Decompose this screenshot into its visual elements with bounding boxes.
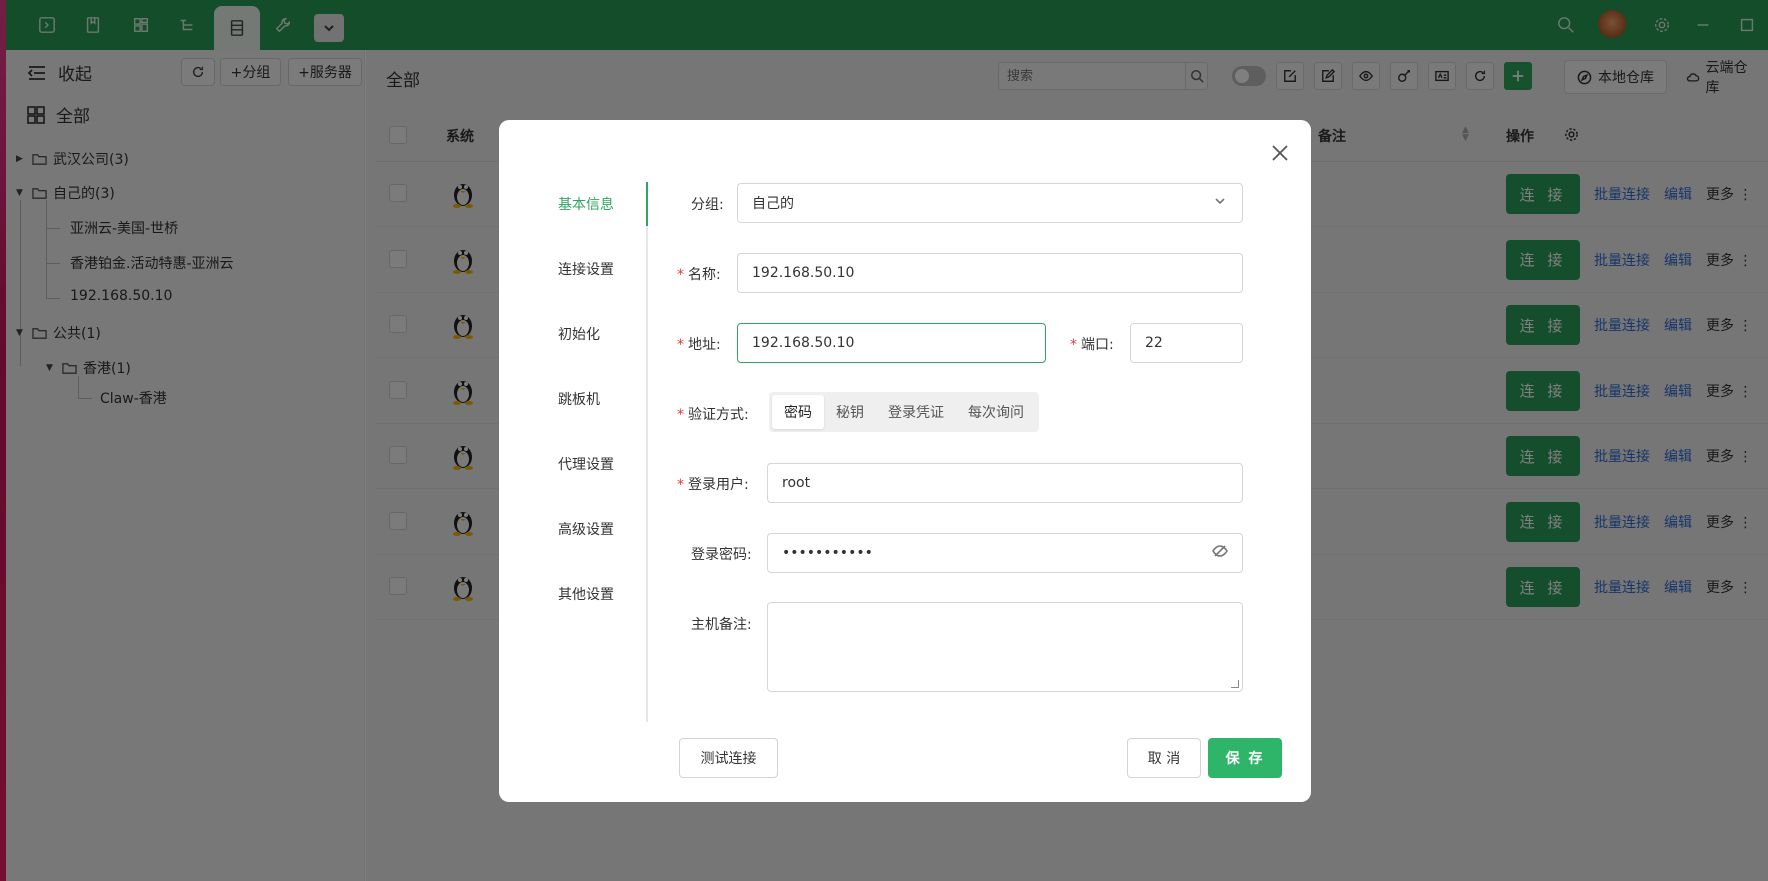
required-mark: * bbox=[677, 267, 684, 283]
required-mark: * bbox=[677, 337, 684, 353]
group-label: 分组: bbox=[691, 197, 724, 213]
nav-connection-settings[interactable]: 连接设置 bbox=[558, 259, 614, 279]
close-icon[interactable] bbox=[1269, 142, 1291, 164]
group-select[interactable]: 自己的 bbox=[737, 183, 1243, 223]
save-button[interactable]: 保 存 bbox=[1208, 738, 1282, 778]
required-mark: * bbox=[677, 407, 684, 423]
server-edit-dialog: 基本信息 连接设置 初始化 跳板机 代理设置 高级设置 其他设置 分组: 自己的… bbox=[499, 120, 1311, 802]
nav-jump-host[interactable]: 跳板机 bbox=[558, 389, 600, 409]
group-value: 自己的 bbox=[752, 196, 794, 212]
auth-option-password[interactable]: 密码 bbox=[772, 395, 824, 429]
nav-divider bbox=[646, 182, 648, 722]
port-label-text: 端口: bbox=[1081, 337, 1114, 353]
auth-method-segmented: 密码 秘钥 登录凭证 每次询问 bbox=[769, 392, 1039, 432]
port-input[interactable]: 22 bbox=[1130, 323, 1243, 363]
test-connection-button[interactable]: 测试连接 bbox=[679, 738, 778, 778]
auth-label-text: 验证方式: bbox=[688, 407, 749, 423]
password-label: 登录密码: bbox=[691, 547, 752, 563]
required-mark: * bbox=[1070, 337, 1077, 353]
required-mark: * bbox=[677, 477, 684, 493]
nav-initialization[interactable]: 初始化 bbox=[558, 324, 600, 344]
auth-option-key[interactable]: 秘钥 bbox=[824, 395, 876, 429]
auth-option-credential[interactable]: 登录凭证 bbox=[876, 395, 956, 429]
note-label: 主机备注: bbox=[691, 617, 752, 633]
address-input[interactable]: 192.168.50.10 bbox=[737, 323, 1046, 363]
note-textarea[interactable] bbox=[767, 602, 1243, 692]
address-label-text: 地址: bbox=[688, 337, 721, 353]
cancel-button[interactable]: 取 消 bbox=[1127, 738, 1201, 778]
port-label: * 端口: bbox=[1070, 334, 1114, 354]
eye-off-icon[interactable] bbox=[1212, 543, 1228, 563]
auth-option-ask[interactable]: 每次询问 bbox=[956, 395, 1036, 429]
nav-proxy-settings[interactable]: 代理设置 bbox=[558, 454, 614, 474]
address-label: * 地址: bbox=[677, 334, 721, 354]
password-input[interactable]: ••••••••••• bbox=[767, 533, 1243, 573]
user-label-text: 登录用户: bbox=[688, 477, 749, 493]
nav-other-settings[interactable]: 其他设置 bbox=[558, 584, 614, 604]
chevron-down-icon bbox=[1212, 193, 1228, 213]
resize-handle-icon[interactable] bbox=[1231, 680, 1239, 688]
nav-basic-info[interactable]: 基本信息 bbox=[558, 194, 614, 214]
username-input[interactable]: root bbox=[767, 463, 1243, 503]
user-label: * 登录用户: bbox=[677, 474, 749, 494]
nav-advanced-settings[interactable]: 高级设置 bbox=[558, 519, 614, 539]
name-input[interactable]: 192.168.50.10 bbox=[737, 253, 1243, 293]
nav-active-indicator bbox=[646, 182, 648, 226]
password-value: ••••••••••• bbox=[782, 545, 873, 561]
auth-label: * 验证方式: bbox=[677, 404, 749, 424]
name-label-text: 名称: bbox=[688, 267, 721, 283]
name-label: * 名称: bbox=[677, 264, 721, 284]
